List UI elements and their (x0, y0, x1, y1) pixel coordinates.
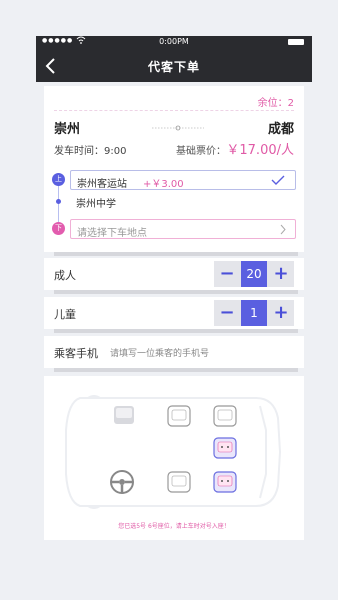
section-separator (54, 290, 298, 294)
child-plus-button[interactable]: + (268, 300, 294, 326)
section-separator (54, 252, 298, 256)
child-label: 儿童 (54, 308, 76, 321)
base-price: ￥17.00/人 (226, 143, 294, 158)
chevron-left-icon[interactable] (44, 56, 58, 76)
route-card: 余位：2 崇州 成都 发车时间：9:00 基础票价： ￥17.00/人 上 崇州… (44, 86, 304, 252)
stop-option[interactable]: 崇州中学 (76, 195, 116, 210)
seat-row2-right-selected (213, 437, 237, 459)
child-minus-button[interactable]: − (214, 300, 240, 326)
seat-row3-middle (167, 471, 191, 493)
check-icon (271, 175, 285, 185)
status-bar: ●●●●● 0:00PM (36, 36, 312, 48)
pickup-stop-name: 崇州客运站 (77, 179, 127, 190)
base-price-label: 基础票价： (176, 146, 226, 157)
nav-bar: 代客下单 (36, 50, 312, 82)
adult-label: 成人 (54, 269, 76, 282)
departure-time: 发车时间：9:00 (54, 146, 127, 157)
chevron-right-icon (280, 224, 286, 235)
route-arrow-icon (152, 125, 204, 131)
seat-row3-right-selected (213, 471, 237, 493)
phone-row: 乘客手机 请填写一位乘客的手机号 (44, 336, 304, 368)
child-count: 1 (241, 300, 267, 326)
adult-plus-button[interactable]: + (268, 261, 294, 287)
seat-row1-middle (167, 405, 191, 427)
car-seat-map (65, 395, 282, 509)
seat-notice: 您已选5号 6号座位，请上车时对号入座！ (118, 523, 230, 530)
stop-dot (56, 199, 61, 204)
destination-city: 成都 (267, 122, 294, 137)
phone-input[interactable]: 请填写一位乘客的手机号 (110, 346, 209, 359)
seat-front-passenger (114, 406, 134, 424)
seat-row1-right (213, 405, 237, 427)
section-separator (54, 368, 298, 372)
dropoff-marker: 下 (52, 222, 65, 235)
dropoff-placeholder: 请选择下车地点 (77, 228, 147, 239)
pickup-marker: 上 (52, 173, 65, 186)
dropoff-selector[interactable]: 请选择下车地点 (70, 219, 296, 239)
origin-city: 崇州 (54, 122, 81, 137)
phone-label: 乘客手机 (54, 347, 98, 360)
adult-count: 20 (241, 261, 267, 287)
adult-stepper: − 20 + (214, 261, 294, 287)
seats-left: 余位：2 (257, 98, 294, 109)
child-stepper: − 1 + (214, 300, 294, 326)
seat-map-card: 您已选5号 6号座位，请上车时对号入座！ (44, 376, 304, 540)
pickup-stop-selector[interactable]: 崇州客运站 +￥3.00 (70, 170, 296, 190)
section-separator (54, 329, 298, 333)
route-line (58, 181, 59, 228)
status-time: 0:00PM (159, 37, 189, 46)
steering-wheel-icon (110, 470, 134, 494)
adult-minus-button[interactable]: − (214, 261, 240, 287)
child-row: 儿童 − 1 + (44, 297, 304, 329)
divider (54, 110, 294, 111)
battery-icon (288, 39, 304, 45)
pickup-surcharge: +￥3.00 (143, 179, 184, 190)
adult-row: 成人 − 20 + (44, 258, 304, 290)
page-title: 代客下单 (147, 59, 200, 74)
